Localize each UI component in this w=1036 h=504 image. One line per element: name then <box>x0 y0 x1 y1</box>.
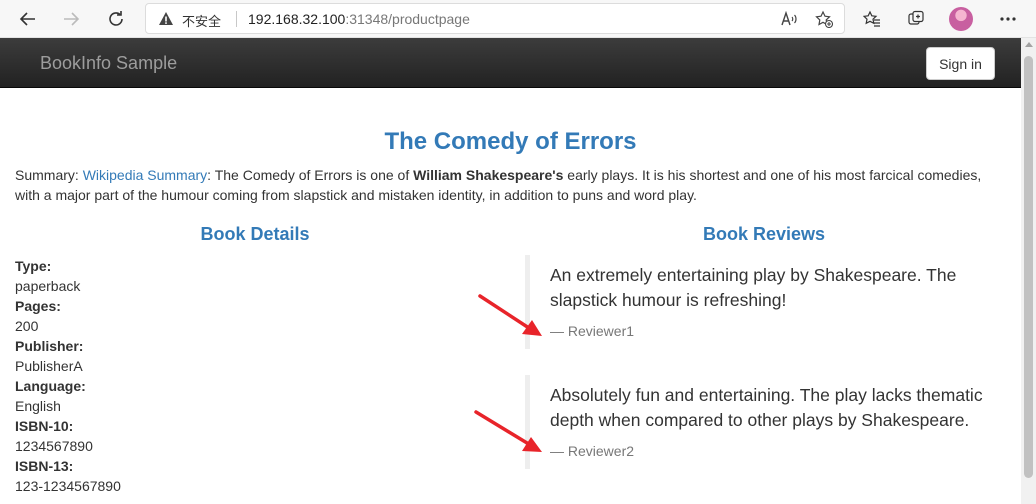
url-path: :31348/productpage <box>345 11 470 27</box>
star-add-icon <box>815 10 833 28</box>
add-favorite-button[interactable] <box>814 9 834 29</box>
read-aloud-icon <box>781 11 797 26</box>
detail-value-language: English <box>15 398 61 414</box>
book-details-heading: Book Details <box>200 224 310 244</box>
review-block-1: An extremely entertaining play by Shakes… <box>525 255 1005 349</box>
favorites-button[interactable] <box>857 4 887 34</box>
wikipedia-summary-link[interactable]: Wikipedia Summary <box>83 167 207 183</box>
forward-button[interactable] <box>56 4 86 34</box>
review-text: An extremely entertaining play by Shakes… <box>550 265 957 310</box>
profile-button[interactable] <box>946 4 976 34</box>
summary-author: William Shakespeare's <box>413 167 564 183</box>
scroll-thumb[interactable] <box>1024 56 1033 478</box>
review-block-2: Absolutely fun and entertaining. The pla… <box>525 375 1005 469</box>
summary-text: Summary: Wikipedia Summary: The Comedy o… <box>15 165 1010 205</box>
read-aloud-button[interactable] <box>780 9 800 29</box>
page-scrollbar[interactable] <box>1021 38 1036 504</box>
scroll-up-arrow-icon[interactable] <box>1025 42 1033 47</box>
detail-label-type: Type: <box>15 258 52 274</box>
app-navbar: BookInfo Sample Sign in <box>0 38 1021 88</box>
sign-in-button[interactable]: Sign in <box>926 47 995 80</box>
review-author: — Reviewer2 <box>550 443 635 459</box>
avatar <box>949 7 973 31</box>
url-text[interactable]: 192.168.32.100:31348/productpage <box>248 11 470 27</box>
favorites-icon <box>863 10 880 27</box>
annotation-arrow-icon <box>474 410 542 452</box>
brand-link[interactable]: BookInfo Sample <box>40 53 177 74</box>
detail-value-isbn13: 123-1234567890 <box>15 478 121 494</box>
more-menu-button[interactable] <box>993 4 1023 34</box>
address-bar[interactable]: 不安全 192.168.32.100:31348/productpage <box>145 3 845 34</box>
detail-label-publisher: Publisher: <box>15 338 84 354</box>
collections-icon <box>908 10 924 25</box>
review-author: — Reviewer1 <box>550 323 635 339</box>
detail-value-publisher: PublisherA <box>15 358 83 374</box>
detail-label-isbn13: ISBN-13: <box>15 458 74 474</box>
url-host: 192.168.32.100 <box>248 11 346 27</box>
refresh-icon <box>109 11 123 26</box>
warning-icon <box>159 12 173 25</box>
ellipsis-icon <box>1000 17 1016 21</box>
detail-label-pages: Pages: <box>15 298 61 314</box>
detail-label-language: Language: <box>15 378 86 394</box>
collections-button[interactable] <box>901 4 931 34</box>
back-button[interactable] <box>13 4 43 34</box>
refresh-button[interactable] <box>101 4 131 34</box>
detail-value-isbn10: 1234567890 <box>15 438 93 454</box>
summary-prefix: Summary: <box>15 167 83 183</box>
security-label[interactable]: 不安全 <box>182 11 221 30</box>
book-details-list: Type: paperback Pages: 200 Publisher: Pu… <box>15 256 121 496</box>
forward-arrow-icon <box>64 12 80 26</box>
browser-toolbar: 不安全 192.168.32.100:31348/productpage <box>0 0 1036 38</box>
annotation-arrow-icon <box>478 294 542 336</box>
detail-label-isbn10: ISBN-10: <box>15 418 74 434</box>
back-arrow-icon <box>19 12 35 26</box>
detail-value-pages: 200 <box>15 318 39 334</box>
page-title: The Comedy of Errors <box>384 128 637 155</box>
summary-mid: : The Comedy of Errors is one of <box>207 167 414 183</box>
address-divider <box>236 11 237 27</box>
book-reviews-heading: Book Reviews <box>702 224 826 244</box>
review-text: Absolutely fun and entertaining. The pla… <box>550 385 983 430</box>
detail-value-type: paperback <box>15 278 81 294</box>
